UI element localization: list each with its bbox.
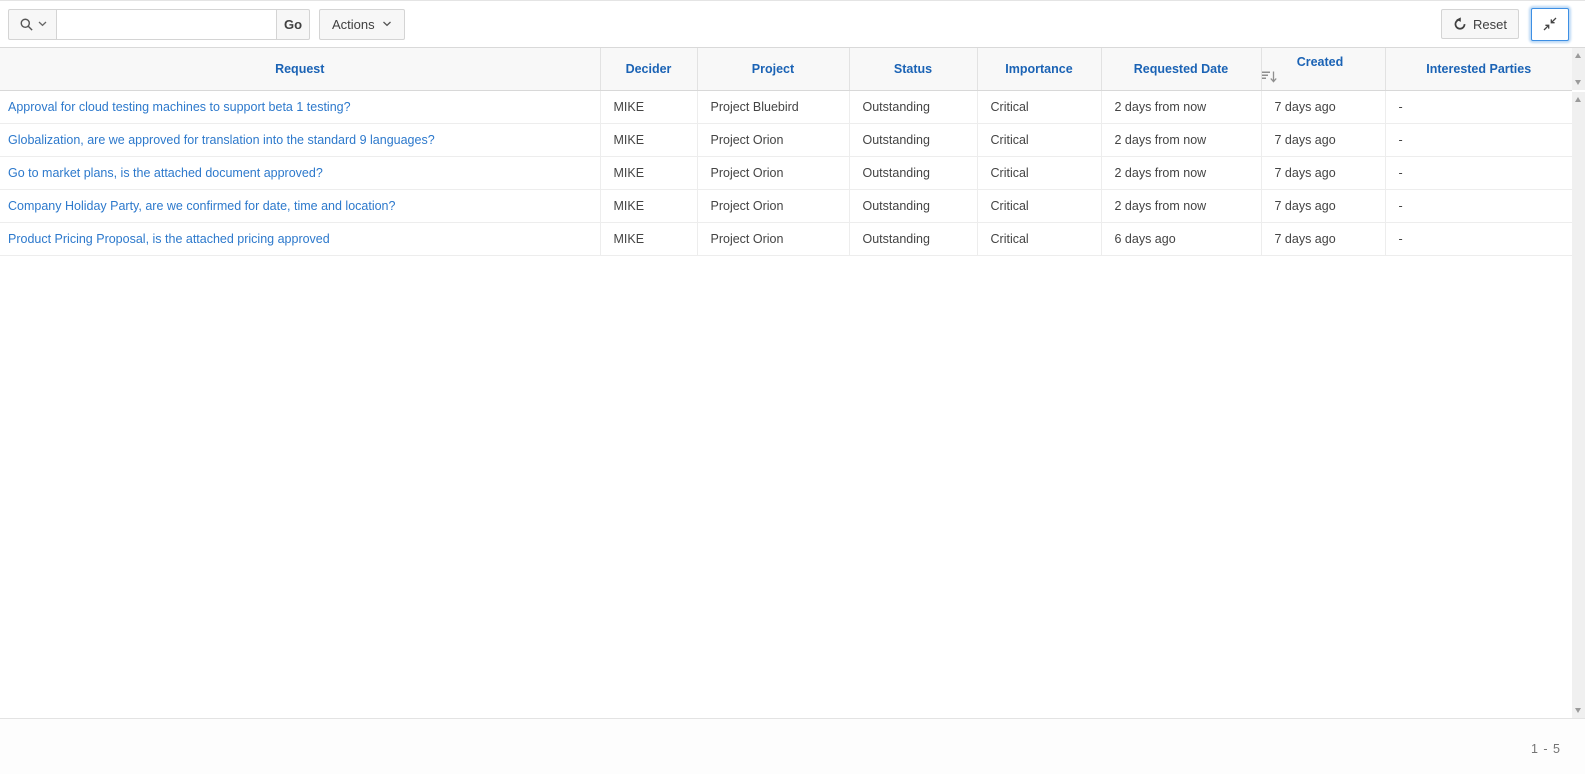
cell-requested-date: 6 days ago bbox=[1101, 222, 1261, 255]
cell-created: 7 days ago bbox=[1261, 90, 1385, 123]
cell-status: Outstanding bbox=[849, 156, 977, 189]
cell-decider: MIKE bbox=[600, 189, 697, 222]
cell-project: Project Orion bbox=[697, 156, 849, 189]
column-header-interested-parties[interactable]: Interested Parties bbox=[1385, 48, 1572, 90]
cell-decider: MIKE bbox=[600, 123, 697, 156]
cell-created: 7 days ago bbox=[1261, 222, 1385, 255]
table-row: Go to market plans, is the attached docu… bbox=[0, 156, 1572, 189]
cell-status: Outstanding bbox=[849, 222, 977, 255]
cell-interested-parties: - bbox=[1385, 189, 1572, 222]
cell-status: Outstanding bbox=[849, 90, 977, 123]
cell-status: Outstanding bbox=[849, 123, 977, 156]
cell-requested-date: 2 days from now bbox=[1101, 90, 1261, 123]
chevron-down-icon bbox=[38, 21, 47, 27]
cell-created: 7 days ago bbox=[1261, 189, 1385, 222]
reset-button-label: Reset bbox=[1473, 17, 1507, 32]
header-scrollbar[interactable] bbox=[1572, 48, 1585, 90]
grid-area: Request Decider Project Status Importanc… bbox=[0, 48, 1572, 718]
reset-button[interactable]: Reset bbox=[1441, 9, 1519, 39]
reset-icon bbox=[1453, 17, 1467, 31]
report-region: Request Decider Project Status Importanc… bbox=[0, 48, 1585, 718]
actions-button[interactable]: Actions bbox=[319, 9, 405, 40]
column-header-created[interactable]: Created bbox=[1261, 48, 1385, 90]
cell-interested-parties: - bbox=[1385, 222, 1572, 255]
column-header-status[interactable]: Status bbox=[849, 48, 977, 90]
cell-created: 7 days ago bbox=[1261, 156, 1385, 189]
vertical-scrollbar-strip bbox=[1572, 48, 1585, 718]
cell-decider: MIKE bbox=[600, 90, 697, 123]
column-header-project[interactable]: Project bbox=[697, 48, 849, 90]
cell-interested-parties: - bbox=[1385, 156, 1572, 189]
collapse-region-button[interactable] bbox=[1531, 8, 1569, 41]
cell-request: Approval for cloud testing machines to s… bbox=[0, 90, 600, 123]
go-button[interactable]: Go bbox=[277, 9, 310, 40]
table-row: Company Holiday Party, are we confirmed … bbox=[0, 189, 1572, 222]
actions-button-label: Actions bbox=[332, 17, 375, 32]
interactive-report-table: Request Decider Project Status Importanc… bbox=[0, 48, 1572, 256]
cell-requested-date: 2 days from now bbox=[1101, 189, 1261, 222]
column-header-requested-date[interactable]: Requested Date bbox=[1101, 48, 1261, 90]
cell-importance: Critical bbox=[977, 222, 1101, 255]
request-link[interactable]: Go to market plans, is the attached docu… bbox=[8, 166, 323, 180]
cell-request: Product Pricing Proposal, is the attache… bbox=[0, 222, 600, 255]
scroll-down-arrow-icon[interactable] bbox=[1575, 708, 1581, 713]
cell-project: Project Orion bbox=[697, 189, 849, 222]
column-header-importance[interactable]: Importance bbox=[977, 48, 1101, 90]
column-header-request[interactable]: Request bbox=[0, 48, 600, 90]
cell-status: Outstanding bbox=[849, 189, 977, 222]
pagination-range: 1 - 5 bbox=[1531, 742, 1561, 774]
scroll-up-arrow-icon[interactable] bbox=[1575, 53, 1581, 58]
body-scrollbar[interactable] bbox=[1572, 92, 1585, 718]
cell-interested-parties: - bbox=[1385, 90, 1572, 123]
collapse-icon bbox=[1542, 16, 1558, 32]
table-row: Approval for cloud testing machines to s… bbox=[0, 90, 1572, 123]
search-icon bbox=[19, 17, 34, 32]
search-options-button[interactable] bbox=[8, 9, 57, 40]
cell-request: Globalization, are we approved for trans… bbox=[0, 123, 600, 156]
cell-project: Project Bluebird bbox=[697, 90, 849, 123]
cell-importance: Critical bbox=[977, 90, 1101, 123]
request-link[interactable]: Approval for cloud testing machines to s… bbox=[8, 100, 351, 114]
cell-importance: Critical bbox=[977, 123, 1101, 156]
cell-interested-parties: - bbox=[1385, 123, 1572, 156]
cell-created: 7 days ago bbox=[1261, 123, 1385, 156]
table-row: Globalization, are we approved for trans… bbox=[0, 123, 1572, 156]
cell-request: Go to market plans, is the attached docu… bbox=[0, 156, 600, 189]
request-link[interactable]: Globalization, are we approved for trans… bbox=[8, 133, 435, 147]
header-row: Request Decider Project Status Importanc… bbox=[0, 48, 1572, 90]
request-link[interactable]: Company Holiday Party, are we confirmed … bbox=[8, 199, 395, 213]
scroll-up-arrow-icon[interactable] bbox=[1575, 97, 1581, 102]
chevron-down-icon bbox=[382, 21, 392, 27]
cell-project: Project Orion bbox=[697, 123, 849, 156]
cell-decider: MIKE bbox=[600, 222, 697, 255]
cell-project: Project Orion bbox=[697, 222, 849, 255]
search-bar: Go bbox=[8, 9, 310, 40]
report-footer: 1 - 5 bbox=[0, 718, 1585, 774]
cell-importance: Critical bbox=[977, 189, 1101, 222]
scroll-down-arrow-icon[interactable] bbox=[1575, 80, 1581, 85]
toolbar: Go Actions Reset bbox=[0, 0, 1585, 48]
toolbar-right: Reset bbox=[1441, 8, 1569, 41]
table-row: Product Pricing Proposal, is the attache… bbox=[0, 222, 1572, 255]
cell-importance: Critical bbox=[977, 156, 1101, 189]
search-input[interactable] bbox=[57, 9, 277, 40]
cell-decider: MIKE bbox=[600, 156, 697, 189]
cell-requested-date: 2 days from now bbox=[1101, 123, 1261, 156]
column-header-decider[interactable]: Decider bbox=[600, 48, 697, 90]
cell-requested-date: 2 days from now bbox=[1101, 156, 1261, 189]
request-link[interactable]: Product Pricing Proposal, is the attache… bbox=[8, 232, 330, 246]
cell-request: Company Holiday Party, are we confirmed … bbox=[0, 189, 600, 222]
column-header-created-label: Created bbox=[1297, 55, 1344, 69]
sort-descending-icon bbox=[1262, 71, 1385, 83]
